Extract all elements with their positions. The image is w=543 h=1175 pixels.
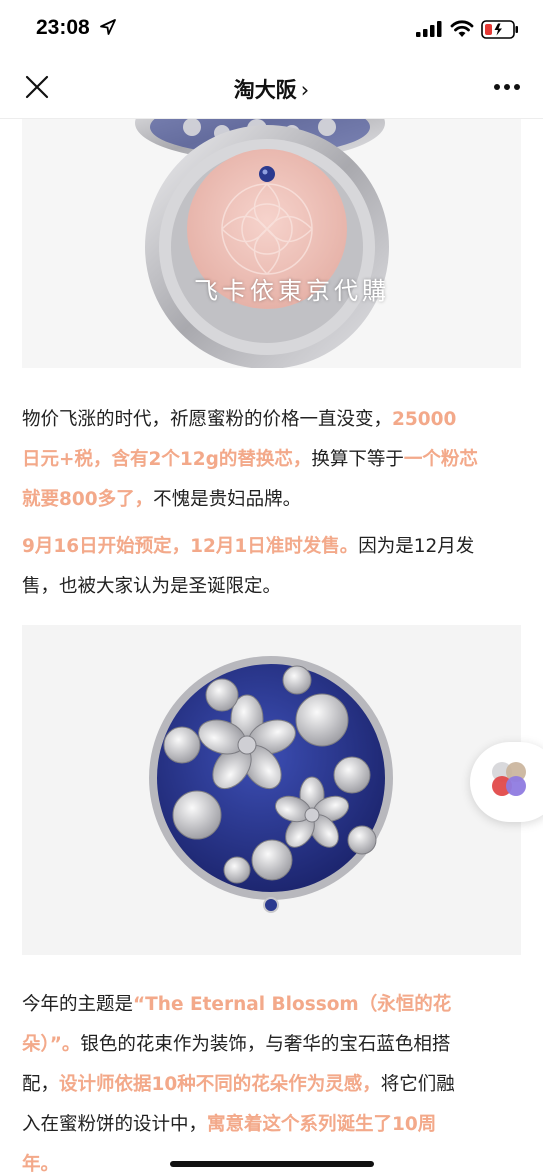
text-segment: 因为是12月发 bbox=[358, 536, 475, 557]
text-segment: 物价飞涨的时代，祈愿蜜粉的价格一直没变， bbox=[22, 409, 393, 430]
paragraph-price: 物价飞涨的时代，祈愿蜜粉的价格一直没变，25000 日元+税，含有2个12g的替… bbox=[22, 400, 522, 520]
text-segment: 入在蜜粉饼的设计中， bbox=[22, 1114, 208, 1135]
more-icon[interactable] bbox=[493, 79, 521, 95]
nav-bar: 淘大阪 › bbox=[0, 56, 543, 119]
highlight-text: 寓意着这个系列诞生了10周 bbox=[207, 1114, 437, 1135]
closed-compact-illustration bbox=[149, 656, 393, 913]
text-segment: 换算下等于 bbox=[311, 449, 404, 470]
home-indicator bbox=[170, 1161, 374, 1167]
text-segment: 售，也被大家认为是圣诞限定。 bbox=[22, 576, 282, 597]
floating-action-button[interactable] bbox=[470, 742, 543, 822]
wifi-icon bbox=[450, 20, 474, 37]
article-content: 飞卡依東京代購 物价飞涨的时代，祈愿蜜粉的价格一直没变，25000 日元+税，含… bbox=[0, 119, 543, 1175]
highlight-text: 一个粉芯 bbox=[403, 449, 478, 470]
chevron-right-icon: › bbox=[300, 78, 310, 102]
highlight-text: 设计师依据10种不同的花朵作为灵感， bbox=[59, 1074, 381, 1095]
highlight-text: 日元+税，含有2个12g的替换芯， bbox=[22, 449, 312, 470]
highlight-text: 朵）”。 bbox=[22, 1034, 81, 1055]
account-title-link[interactable]: 淘大阪 › bbox=[0, 74, 543, 104]
highlight-text: 就要800多了， bbox=[22, 489, 154, 510]
product-image-closed-compact[interactable] bbox=[22, 625, 521, 955]
text-segment: 不愧是贵妇品牌。 bbox=[153, 489, 302, 510]
product-image-open-compact[interactable]: 飞卡依東京代購 bbox=[22, 119, 521, 368]
account-name: 淘大阪 bbox=[233, 78, 297, 102]
image-watermark: 飞卡依東京代購 bbox=[194, 277, 390, 305]
paragraph-release-date: 9月16日开始预定，12月1日准时发售。因为是12月发 售，也被大家认为是圣诞限… bbox=[22, 527, 522, 607]
open-compact-illustration bbox=[135, 119, 389, 368]
text-segment: 银色的花束作为装饰，与奢华的宝石蓝色相搭 bbox=[80, 1034, 451, 1055]
status-time: 23:08 bbox=[36, 16, 90, 39]
text-segment: 配， bbox=[22, 1074, 60, 1095]
highlight-text: “The Eternal Blossom（永恒的花 bbox=[133, 994, 452, 1015]
location-arrow-icon bbox=[100, 19, 116, 35]
paragraph-theme: 今年的主题是“The Eternal Blossom（永恒的花 朵）”。银色的花… bbox=[22, 985, 522, 1175]
cellular-signal-icon bbox=[416, 21, 442, 37]
highlight-text: 年。 bbox=[22, 1154, 60, 1175]
battery-low-icon bbox=[481, 20, 518, 39]
text-segment: 今年的主题是 bbox=[22, 994, 134, 1015]
text-segment: 将它们融 bbox=[380, 1074, 455, 1095]
highlight-text: 25000 bbox=[392, 409, 457, 430]
highlight-text: 9月16日开始预定，12月1日准时发售。 bbox=[22, 536, 359, 557]
status-bar: 23:08 bbox=[0, 0, 543, 56]
floating-window-icon bbox=[492, 762, 526, 796]
